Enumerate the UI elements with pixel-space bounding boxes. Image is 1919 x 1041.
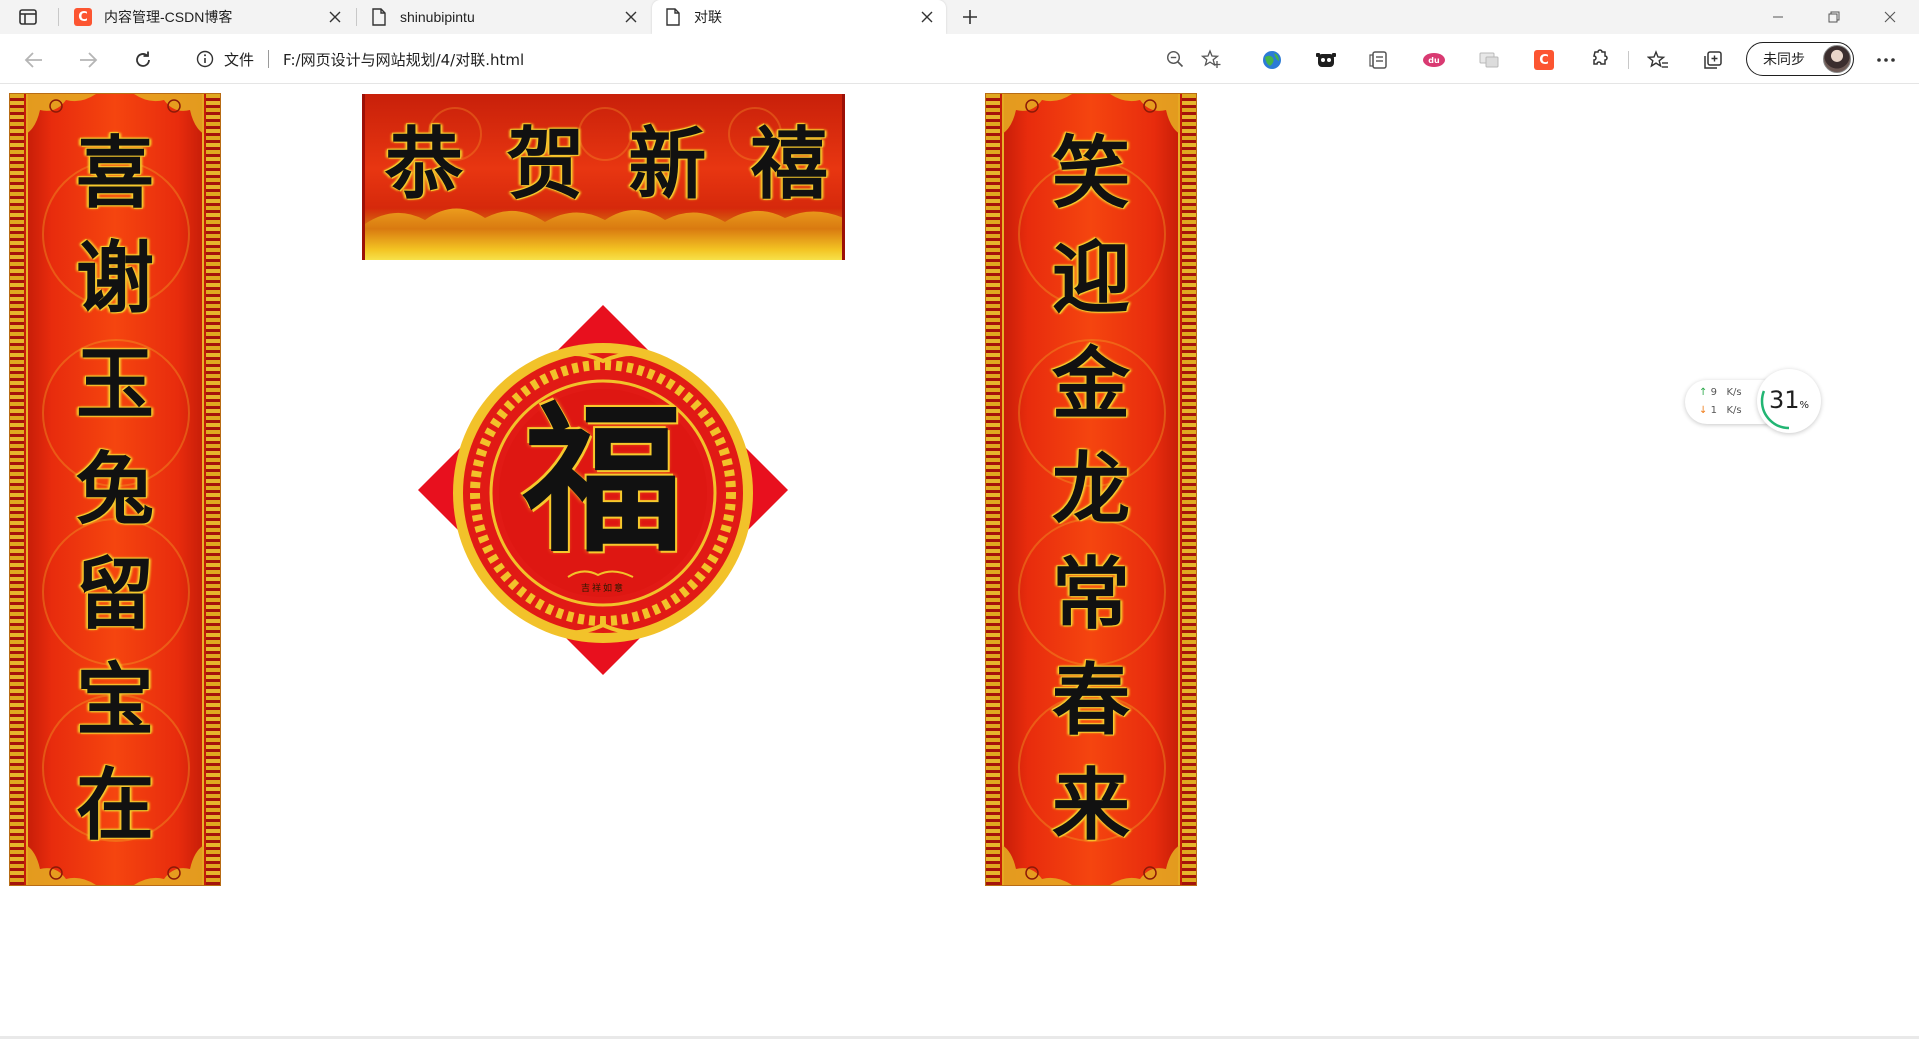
minimize-button[interactable] xyxy=(1750,0,1806,34)
close-icon[interactable] xyxy=(918,8,936,26)
couplet-character: 常 xyxy=(1051,549,1130,641)
address-bar[interactable]: 文件 F:/网页设计与网站规划/4/对联.html xyxy=(180,41,1236,77)
baidu-extension-icon[interactable]: du xyxy=(1420,46,1448,74)
minimize-icon xyxy=(1773,16,1783,18)
couplet-character: 谢 xyxy=(75,233,154,325)
couplet-character: 宝 xyxy=(75,654,154,746)
usage-percent: 31% xyxy=(1768,386,1810,414)
page-bottom-edge xyxy=(0,1036,1919,1039)
download-speed: ↓ 1 K/s xyxy=(1699,405,1742,416)
csdn-extension-icon[interactable]: C xyxy=(1530,46,1558,74)
couplet-character: 在 xyxy=(75,759,154,851)
more-icon[interactable] xyxy=(1872,46,1900,74)
tab-title: 对联 xyxy=(694,9,722,25)
info-icon[interactable] xyxy=(194,48,216,70)
url-text[interactable]: F:/网页设计与网站规划/4/对联.html xyxy=(283,49,524,70)
globe-extension-icon[interactable] xyxy=(1258,46,1286,74)
fu-character: 福 xyxy=(522,386,683,574)
banner-character: 恭 xyxy=(385,119,464,210)
tab-title: 内容管理-CSDN博客 xyxy=(104,9,233,25)
couplet-character: 喜 xyxy=(75,128,154,219)
network-speed-widget[interactable]: ↑ 9 K/s ↓ 1 K/s 31% xyxy=(1685,369,1821,433)
tab-csdn[interactable]: C 内容管理-CSDN博客 xyxy=(62,0,354,34)
document-icon xyxy=(370,8,388,26)
tab-separator xyxy=(58,8,59,26)
forward-button[interactable] xyxy=(72,44,104,76)
add-favorite-icon[interactable] xyxy=(1196,44,1226,74)
new-tab-icon xyxy=(963,10,977,24)
avatar xyxy=(1823,45,1851,73)
profile-button[interactable]: 未同步 xyxy=(1746,42,1854,76)
upload-speed: ↑ 9 K/s xyxy=(1699,387,1742,398)
forward-icon xyxy=(80,52,98,68)
couplet-character: 春 xyxy=(1051,654,1130,746)
right-couplet: 笑 迎 金 龙 常 春 来 xyxy=(985,93,1197,886)
security-label: 文件 xyxy=(224,50,255,69)
close-icon xyxy=(1884,11,1896,23)
refresh-button[interactable] xyxy=(127,44,159,76)
couplet-character: 来 xyxy=(1051,759,1130,851)
couplet-character: 金 xyxy=(1051,338,1130,430)
tab-actions-button[interactable] xyxy=(14,6,42,28)
banner-characters: 恭 贺 新 禧 xyxy=(385,110,828,220)
banner-character: 贺 xyxy=(506,119,585,210)
tab-shinubipintu[interactable]: shinubipintu xyxy=(358,0,650,34)
couplet-character: 兔 xyxy=(75,443,154,535)
toolbar-separator xyxy=(1628,51,1629,69)
restore-button[interactable] xyxy=(1806,0,1862,34)
zoom-out-icon[interactable] xyxy=(1160,44,1190,74)
collections-icon[interactable] xyxy=(1699,46,1727,74)
tab-duilian[interactable]: 对联 xyxy=(652,0,946,34)
toolbar: 文件 F:/网页设计与网站规划/4/对联.html du C 未同步 xyxy=(0,34,1919,84)
close-icon[interactable] xyxy=(622,8,640,26)
extensions-icon[interactable] xyxy=(1584,46,1612,74)
page-content: 喜 谢 玉 兔 留 宝 在 恭 贺 新 禧 福 吉祥如意 笑 迎 金 龙 常 春… xyxy=(0,85,1919,1041)
couplet-character: 玉 xyxy=(75,338,154,430)
tab-strip: C 内容管理-CSDN博客 shinubipintu 对联 xyxy=(0,0,1919,34)
banner-character: 新 xyxy=(628,119,707,210)
tab-title: shinubipintu xyxy=(400,9,475,25)
couplet-characters: 笑 迎 金 龙 常 春 来 xyxy=(986,130,1196,850)
favorites-icon[interactable] xyxy=(1644,46,1672,74)
back-icon xyxy=(24,52,42,68)
couplet-character: 留 xyxy=(75,549,154,641)
profile-label: 未同步 xyxy=(1763,52,1805,68)
csdn-icon: C xyxy=(74,8,92,26)
fu-diamond: 福 吉祥如意 xyxy=(418,305,788,675)
sidebar-icon xyxy=(19,9,37,25)
left-couplet: 喜 谢 玉 兔 留 宝 在 xyxy=(9,93,221,886)
reading-list-icon[interactable] xyxy=(1366,46,1394,74)
close-window-button[interactable] xyxy=(1862,0,1918,34)
fu-seal-text: 吉祥如意 xyxy=(580,584,625,594)
restore-icon xyxy=(1828,11,1840,23)
address-separator xyxy=(268,50,270,68)
couplet-character: 迎 xyxy=(1051,233,1130,325)
new-tab-button[interactable] xyxy=(956,3,984,31)
download-arrow-icon: ↓ xyxy=(1699,405,1708,416)
screen-extension-icon[interactable] xyxy=(1475,46,1503,74)
back-button[interactable] xyxy=(18,44,50,76)
banner-character: 禧 xyxy=(749,119,828,210)
close-icon[interactable] xyxy=(326,8,344,26)
tab-separator xyxy=(356,8,357,26)
refresh-icon xyxy=(136,51,150,67)
horizontal-banner: 恭 贺 新 禧 xyxy=(362,94,845,260)
couplet-characters: 喜 谢 玉 兔 留 宝 在 xyxy=(10,130,220,850)
document-icon xyxy=(664,8,682,26)
upload-arrow-icon: ↑ xyxy=(1699,387,1708,398)
couplet-character: 龙 xyxy=(1051,443,1130,535)
cow-extension-icon[interactable] xyxy=(1312,46,1340,74)
svg-text:du: du xyxy=(1428,56,1440,65)
couplet-character: 笑 xyxy=(1051,128,1130,219)
